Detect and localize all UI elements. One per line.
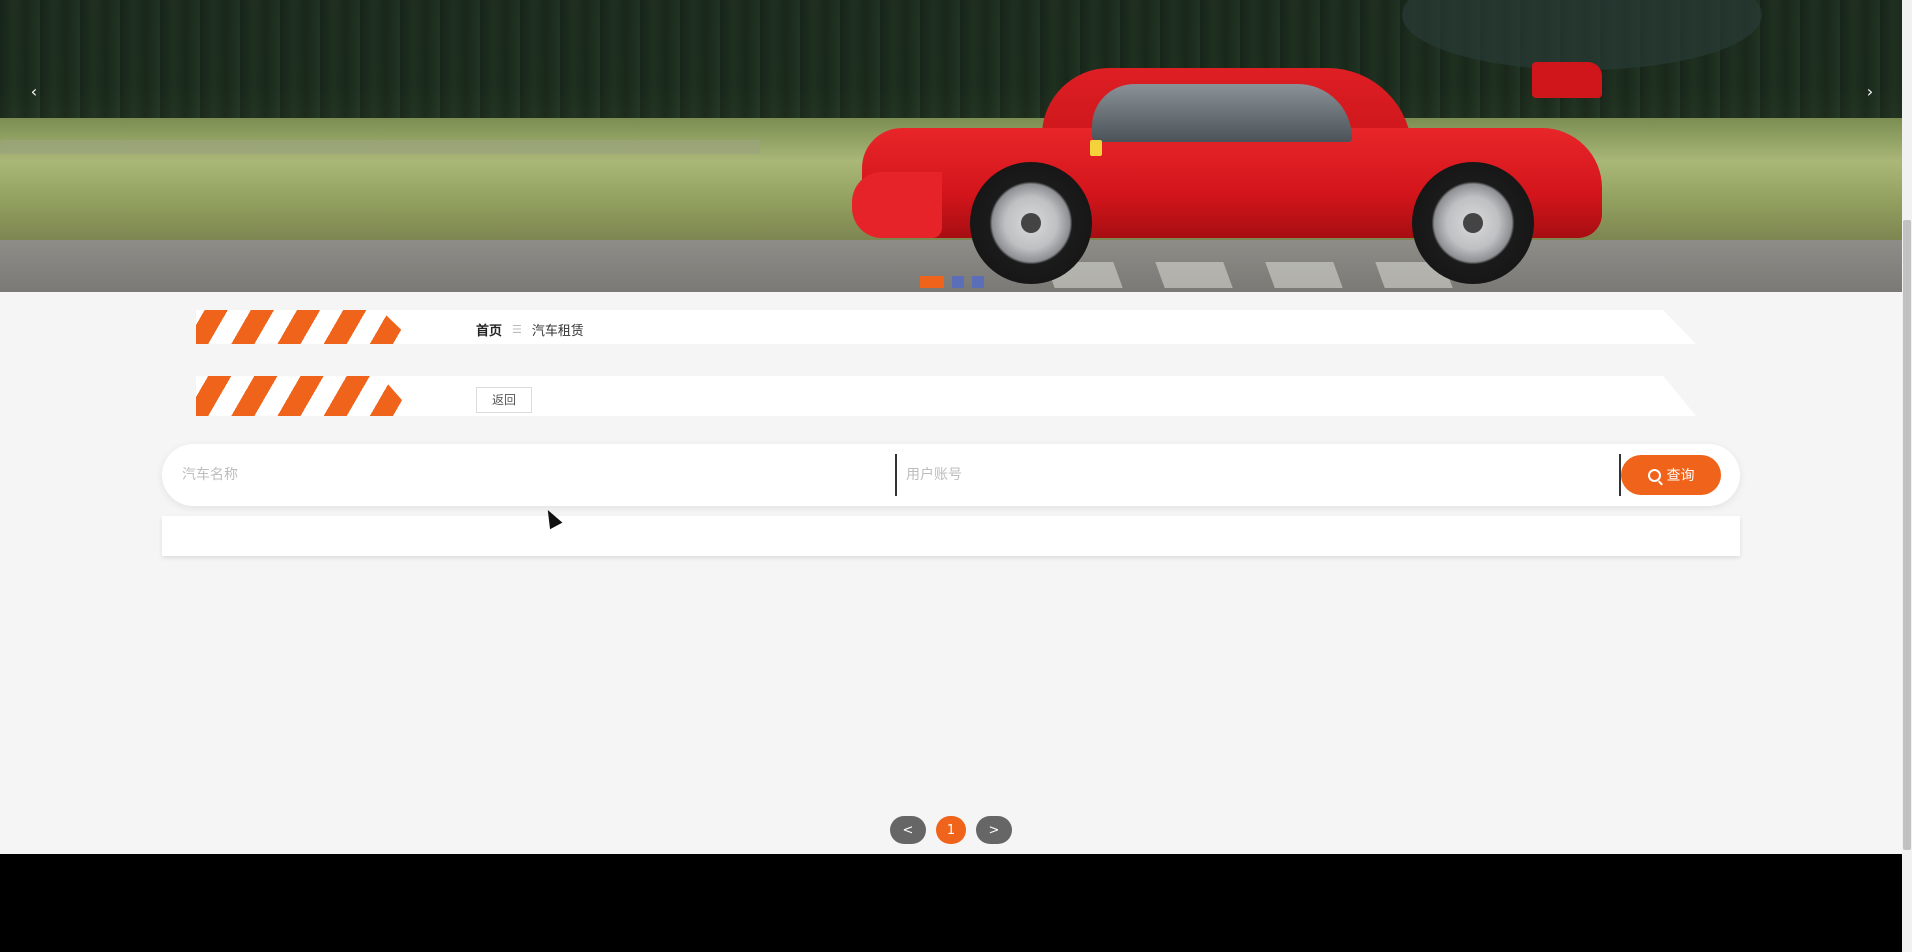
car-window: [1092, 84, 1352, 142]
car-rear-wheel: [1412, 162, 1534, 284]
user-account-input[interactable]: [906, 454, 1606, 496]
runway-line: [0, 140, 762, 154]
breadcrumb: 首页 ☰ 汽车租赁: [476, 320, 584, 339]
actions-bar: [196, 376, 1696, 416]
carousel-next-button[interactable]: ›: [1858, 80, 1882, 104]
search-bar: 查询: [162, 444, 1740, 506]
breadcrumb-separator-icon: ☰: [512, 322, 522, 336]
search-button-label: 查询: [1666, 468, 1695, 484]
pagination-prev-button[interactable]: <: [890, 816, 926, 844]
decorative-stripes: [196, 376, 416, 416]
scrollbar-thumb[interactable]: [1903, 220, 1911, 850]
car-front-wheel: [970, 162, 1092, 284]
results-list: [162, 516, 1740, 556]
breadcrumb-bar: [196, 310, 1696, 344]
decorative-stripes: [196, 310, 416, 344]
page-scrollbar[interactable]: [1902, 0, 1912, 952]
footer: [0, 854, 1902, 952]
carousel-indicator[interactable]: [952, 276, 964, 288]
back-button[interactable]: 返回: [476, 387, 532, 413]
carousel-indicator[interactable]: [972, 276, 984, 288]
search-divider: [895, 454, 897, 496]
search-icon: [1647, 468, 1661, 482]
search-button[interactable]: 查询: [1621, 455, 1721, 495]
breadcrumb-current: 汽车租赁: [531, 323, 584, 339]
red-sports-car: [852, 62, 1612, 284]
car-name-input[interactable]: [182, 454, 882, 496]
pagination-next-button[interactable]: >: [976, 816, 1012, 844]
pagination: < 1 >: [890, 816, 1012, 844]
carousel-indicator[interactable]: [920, 276, 944, 288]
car-rear-wing: [1532, 62, 1602, 98]
car-badge: [1090, 140, 1102, 156]
car-nose: [852, 172, 942, 238]
carousel-prev-button[interactable]: ‹: [22, 80, 46, 104]
hero-carousel: ‹ ›: [0, 0, 1902, 292]
breadcrumb-home-link[interactable]: 首页: [476, 320, 502, 339]
pagination-page-button[interactable]: 1: [936, 816, 966, 844]
carousel-indicators: [920, 276, 984, 288]
